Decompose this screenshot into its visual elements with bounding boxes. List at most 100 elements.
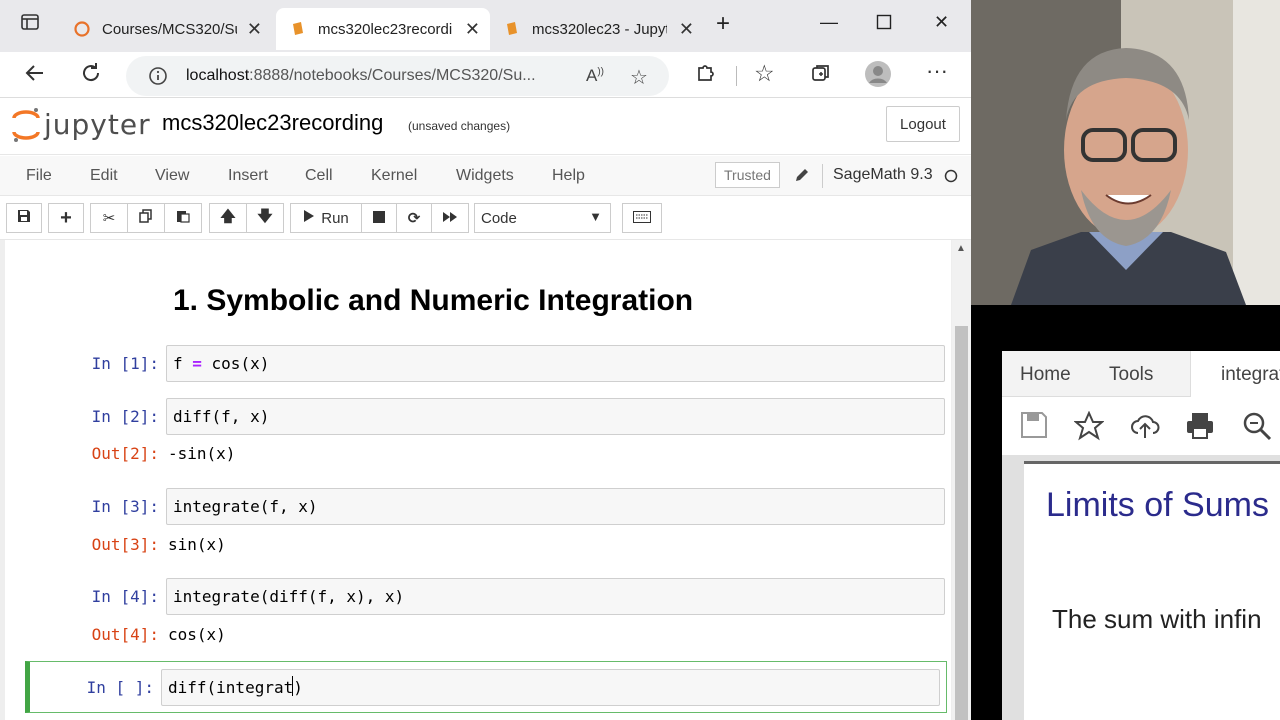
- pdf-tab-tools[interactable]: Tools: [1109, 364, 1153, 386]
- code-cell-input[interactable]: f = cos(x): [166, 345, 945, 382]
- notebook-icon: [504, 21, 520, 37]
- chevron-down-icon: ▼: [589, 209, 602, 224]
- new-tab-icon[interactable]: +: [716, 10, 730, 38]
- menu-cell[interactable]: Cell: [305, 167, 333, 185]
- menu-bar: File Edit View Insert Cell Kernel Widget…: [0, 156, 971, 196]
- interrupt-button[interactable]: [361, 203, 397, 233]
- pdf-tab-document-label: integrat: [1221, 364, 1280, 385]
- notebook-scrollbar[interactable]: ▲: [952, 240, 971, 720]
- markdown-heading: 1. Symbolic and Numeric Integration: [173, 284, 694, 317]
- scissors-icon: ✂: [102, 210, 116, 227]
- favorites-icon[interactable]: ☆: [754, 60, 775, 87]
- keyboard-icon: [633, 210, 651, 227]
- notebook-area: 1. Symbolic and Numeric Integration In […: [0, 240, 971, 720]
- browser-tab-courses[interactable]: Courses/MCS320/Su ✕: [62, 8, 272, 50]
- close-window-icon[interactable]: ✕: [934, 12, 949, 33]
- scrollbar-thumb[interactable]: [955, 326, 968, 720]
- pdf-tab-home[interactable]: Home: [1020, 364, 1071, 386]
- url-field[interactable]: localhost:8888/notebooks/Courses/MCS320/…: [126, 56, 669, 96]
- menu-kernel[interactable]: Kernel: [371, 167, 417, 185]
- menu-edit[interactable]: Edit: [90, 167, 118, 185]
- move-up-button[interactable]: 🡅: [209, 203, 247, 233]
- url-host: localhost: [186, 67, 250, 84]
- browser-tab-recording[interactable]: mcs320lec23recordi ✕: [276, 8, 490, 50]
- print-icon[interactable]: [1185, 411, 1215, 446]
- trusted-indicator[interactable]: Trusted: [715, 162, 780, 188]
- read-aloud-icon[interactable]: A)): [586, 66, 604, 86]
- collections-icon[interactable]: [810, 62, 832, 90]
- out-prompt: Out[3]:: [91, 535, 159, 554]
- pdf-page: Limits of Sums The sum with infin: [1024, 461, 1280, 720]
- more-options-icon[interactable]: ···: [926, 58, 948, 84]
- cell-output: cos(x): [168, 625, 226, 644]
- code-cell-input[interactable]: integrate(diff(f, x), x): [166, 578, 945, 615]
- kernel-status-icon: [944, 169, 958, 188]
- close-icon[interactable]: ✕: [465, 19, 480, 40]
- notebook-title[interactable]: mcs320lec23recording: [162, 110, 383, 136]
- pdf-page-area[interactable]: Limits of Sums The sum with infin: [1002, 455, 1280, 720]
- move-down-button[interactable]: 🡇: [246, 203, 284, 233]
- back-icon[interactable]: [24, 62, 46, 90]
- maximize-icon[interactable]: [876, 14, 892, 35]
- sage-icon: [74, 21, 90, 37]
- in-prompt: In [3]:: [91, 497, 159, 516]
- out-prompt: Out[2]:: [91, 444, 159, 463]
- restart-button[interactable]: ⟳: [396, 203, 432, 233]
- bookmark-star-icon[interactable]: [1073, 410, 1105, 446]
- cell-type-select[interactable]: Code ▼: [474, 203, 611, 233]
- in-prompt: In [ ]:: [86, 678, 154, 697]
- restart-icon: ⟳: [407, 210, 421, 227]
- menu-widgets[interactable]: Widgets: [456, 167, 514, 185]
- refresh-icon[interactable]: [80, 62, 102, 90]
- run-button[interactable]: Run: [290, 203, 362, 233]
- menu-help[interactable]: Help: [552, 167, 585, 185]
- cell-output: sin(x): [168, 535, 226, 554]
- insert-cell-button[interactable]: +: [48, 203, 84, 233]
- save-icon: [17, 209, 31, 227]
- minimize-icon[interactable]: —: [820, 12, 838, 33]
- scroll-up-icon[interactable]: ▲: [956, 243, 966, 254]
- extensions-icon[interactable]: [694, 62, 716, 90]
- notebook-toolbar: + ✂ 🡅 🡇 Run ⟳ Code ▼: [0, 196, 971, 240]
- code-cell-input[interactable]: integrate(f, x): [166, 488, 945, 525]
- browser-window: Courses/MCS320/Su ✕ mcs320lec23recordi ✕…: [0, 0, 971, 720]
- close-icon[interactable]: ✕: [679, 19, 694, 40]
- address-bar: localhost:8888/notebooks/Courses/MCS320/…: [0, 52, 971, 98]
- browser-tab-jupyter[interactable]: mcs320lec23 - Jupyt ✕: [492, 8, 704, 50]
- logout-button[interactable]: Logout: [886, 106, 960, 142]
- restart-run-all-button[interactable]: [431, 203, 469, 233]
- code-cell-input[interactable]: diff(f, x): [166, 398, 945, 435]
- tab-title: mcs320lec23 - Jupyt: [532, 20, 667, 38]
- run-label: Run: [321, 209, 349, 227]
- text-cursor: [292, 676, 293, 696]
- tab-title: mcs320lec23recordi: [318, 20, 453, 38]
- search-zoom-icon[interactable]: [1242, 411, 1272, 446]
- tab-actions-icon[interactable]: [20, 12, 40, 37]
- jupyter-logo-text[interactable]: jupyter: [44, 108, 151, 141]
- menu-insert[interactable]: Insert: [228, 167, 268, 185]
- upload-cloud-icon[interactable]: [1130, 411, 1160, 446]
- add-favorite-icon[interactable]: ☆: [630, 65, 648, 90]
- menu-view[interactable]: View: [155, 167, 189, 185]
- save-icon[interactable]: [1020, 411, 1048, 444]
- menu-file[interactable]: File: [26, 167, 52, 185]
- command-palette-button[interactable]: [622, 203, 662, 233]
- arrow-up-icon: 🡅: [220, 207, 236, 225]
- copy-button[interactable]: [127, 203, 165, 233]
- info-icon[interactable]: [148, 66, 168, 91]
- in-prompt: In [2]:: [91, 407, 159, 426]
- paste-icon: [176, 209, 190, 227]
- code-text: f = cos(x): [173, 354, 270, 373]
- jupyter-header: jupyter mcs320lec23recording (unsaved ch…: [0, 98, 971, 155]
- close-icon[interactable]: ✕: [247, 19, 262, 40]
- pdf-viewer-window: Home Tools integrat Limits of Sums The s…: [1002, 351, 1280, 720]
- cut-button[interactable]: ✂: [90, 203, 128, 233]
- code-cell-input-active[interactable]: diff(integrat): [161, 669, 940, 706]
- pdf-tab-document[interactable]: integrat: [1190, 351, 1280, 398]
- kernel-name: SageMath 9.3: [833, 166, 933, 183]
- paste-button[interactable]: [164, 203, 202, 233]
- edit-pencil-icon[interactable]: [794, 167, 810, 188]
- save-button[interactable]: [6, 203, 42, 233]
- notebook-icon: [290, 21, 306, 37]
- profile-avatar-icon[interactable]: [864, 60, 892, 94]
